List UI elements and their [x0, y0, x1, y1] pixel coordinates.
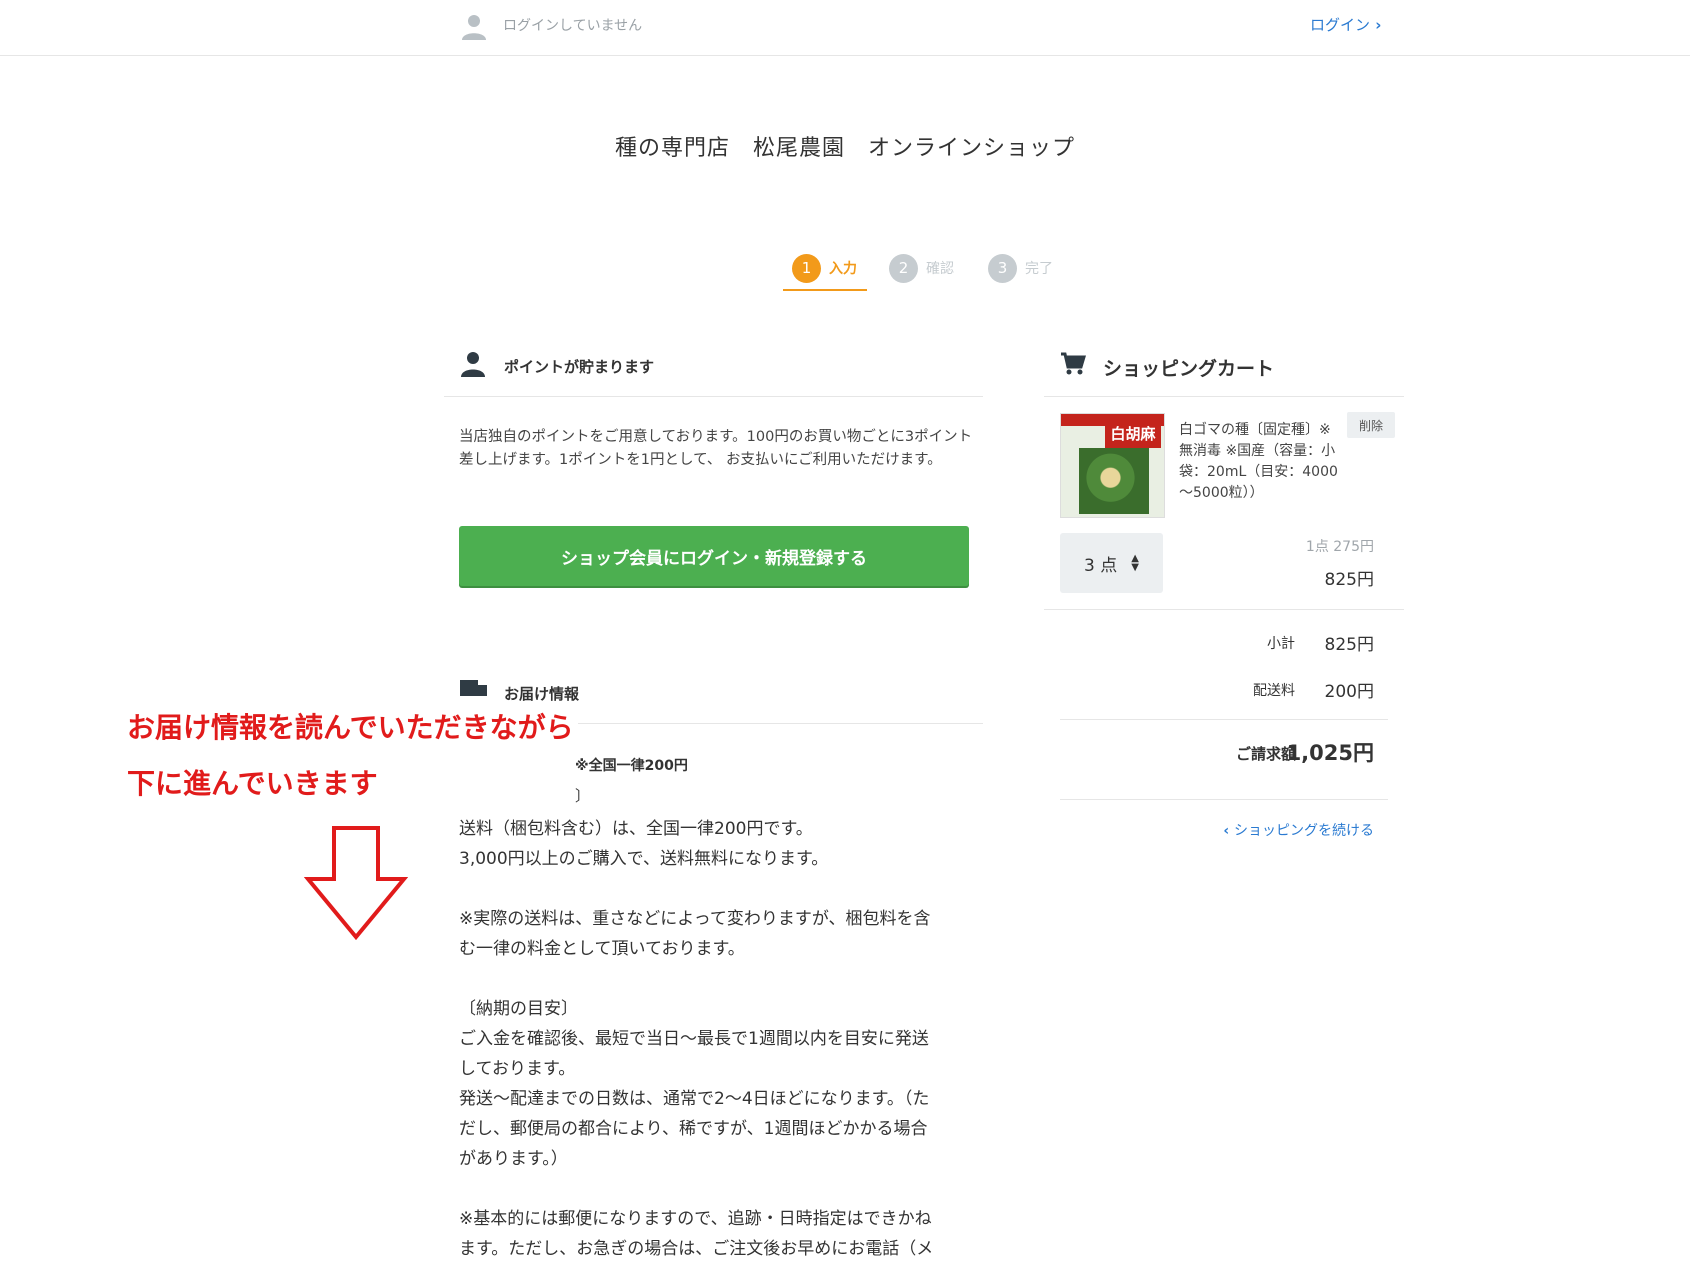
delivery-line	[459, 1174, 979, 1204]
delivery-line	[459, 964, 979, 994]
delivery-line: 送料（梱包料含む）は、全国一律200円です。	[459, 819, 813, 839]
updown-arrows-icon: ▲ ▼	[1131, 553, 1139, 573]
user-icon	[461, 352, 485, 377]
delivery-line: 〔納期の目安〕	[459, 999, 578, 1019]
step-complete: 3 完了	[988, 253, 1053, 283]
login-status-text: ログインしていません	[503, 18, 643, 34]
truck-icon	[460, 680, 487, 696]
points-heading: ポイントが貯まります	[504, 358, 655, 376]
delete-button[interactable]: 削除	[1347, 412, 1395, 438]
subtotal-value: 825円	[1324, 635, 1374, 655]
continue-shopping-label[interactable]: ショッピングを続ける	[1234, 823, 1374, 839]
points-description: 当店独自のポイントをご用意しております。100円のお買い物ごとに3ポイント差し上…	[459, 429, 973, 468]
delivery-line: ご入金を確認後、最短で当日～最長で1週間以内を目安に発送	[459, 1029, 929, 1049]
delivery-line: があります。）	[459, 1149, 568, 1169]
product-image-label: 白胡麻	[1105, 418, 1161, 448]
shipping-value: 200円	[1324, 682, 1374, 702]
divider	[444, 396, 983, 397]
product-image[interactable]: 白胡麻	[1060, 413, 1165, 518]
login-link-label[interactable]: ログイン	[1310, 16, 1370, 34]
delivery-line: ※実際の送料は、重さなどによって変わりますが、梱包料を含	[459, 909, 931, 929]
delivery-line: 3,000円以上のご購入で、送料無料になります。	[459, 849, 829, 869]
step-input: 1 入力	[792, 253, 857, 283]
delivery-line: だし、郵便局の都合により、稀ですが、1週間ほどかかる場合	[459, 1119, 928, 1139]
step-number: 2	[889, 253, 918, 283]
delivery-line: 発送～配達までの日数は、通常で2～4日ほどになります。（た	[459, 1089, 930, 1109]
member-login-register-button[interactable]: ショップ会員にログイン・新規登録する	[459, 526, 969, 586]
quantity-value: 3 点	[1084, 555, 1118, 576]
delivery-partial-line: ※全国一律200円	[575, 758, 688, 774]
continue-shopping-link[interactable]: ‹ ショッピングを続ける	[1210, 820, 1374, 840]
chevron-right-icon: ›	[1370, 16, 1382, 34]
total-label: ご請求額	[1235, 745, 1296, 763]
active-step-underline	[783, 289, 867, 291]
delivery-line: ※基本的には郵便になりますので、追跡・日時指定はできかね	[459, 1209, 932, 1229]
divider	[1044, 609, 1404, 610]
top-bar	[0, 0, 1690, 56]
chevron-left-icon: ‹	[1223, 823, 1234, 839]
step-number: 1	[792, 253, 821, 283]
shop-title[interactable]: 種の専門店 松尾農園 オンラインショップ	[0, 130, 1690, 162]
cart-heading: ショッピングカート	[1103, 358, 1275, 380]
delivery-partial-line: 〕	[575, 787, 591, 805]
total-value: 1,025円	[1286, 741, 1374, 765]
product-name[interactable]: 白ゴマの種〔固定種〕※無消毒 ※国産（容量：小袋：20mL（目安：4000～50…	[1179, 420, 1344, 504]
annotation-text: お届け情報を読んでいただきながら	[123, 704, 578, 748]
shopping-cart-icon	[1061, 352, 1086, 375]
divider	[1060, 799, 1388, 800]
user-icon	[462, 15, 486, 40]
unit-price: 1点 275円	[1305, 539, 1374, 555]
login-link[interactable]: ログイン ›	[1310, 14, 1381, 35]
step-label: 確認	[926, 261, 954, 277]
quantity-select[interactable]: 3 点 ▲ ▼	[1060, 533, 1163, 593]
delivery-line	[459, 874, 979, 904]
annotation-text: 下に進んでいきます	[123, 760, 382, 804]
line-total: 825円	[1324, 570, 1374, 590]
delivery-heading: お届け情報	[504, 685, 580, 703]
step-confirm: 2 確認	[889, 253, 954, 283]
step-label: 完了	[1025, 261, 1053, 277]
divider	[1044, 396, 1404, 397]
delivery-line: ます。ただし、お急ぎの場合は、ご注文後お早めにお電話（メ	[459, 1239, 934, 1259]
delivery-line: しております。	[459, 1059, 576, 1079]
delivery-text: 送料（梱包料含む）は、全国一律200円です。 3,000円以上のご購入で、送料無…	[459, 814, 979, 1264]
down-arrow-icon	[304, 826, 408, 940]
step-label: 入力	[829, 261, 857, 277]
delivery-line: む一律の料金として頂いております。	[459, 939, 745, 959]
step-number: 3	[988, 253, 1017, 283]
divider	[1060, 719, 1388, 720]
